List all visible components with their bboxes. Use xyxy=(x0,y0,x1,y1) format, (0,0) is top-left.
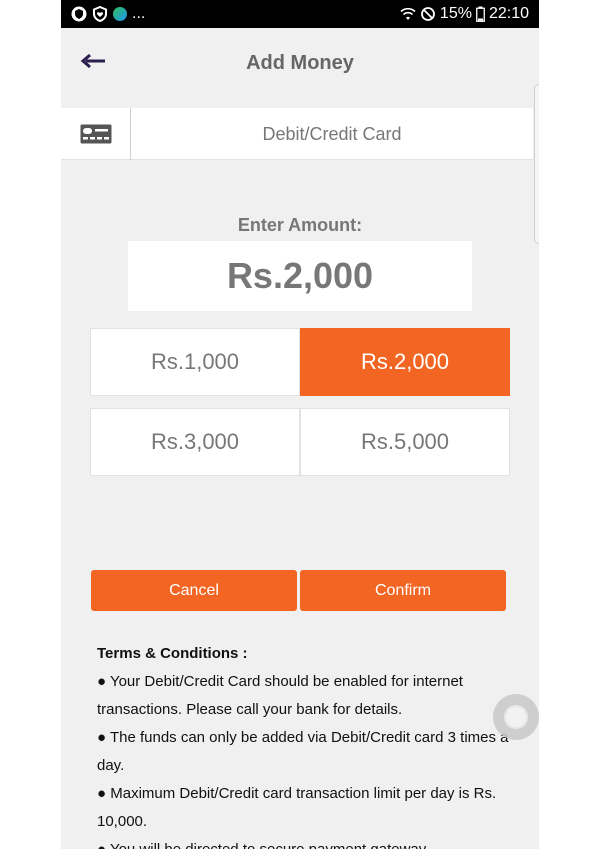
status-bar-left: ... xyxy=(71,4,145,24)
status-ellipsis: ... xyxy=(132,5,146,22)
payment-method-label: Debit/Credit Card xyxy=(262,124,402,144)
cancel-button[interactable]: Cancel xyxy=(91,570,297,611)
app-dot-icon xyxy=(113,7,127,21)
amount-option-2000[interactable]: Rs.2,000 xyxy=(300,328,510,396)
terms-title: Terms & Conditions : xyxy=(97,645,248,662)
floating-assistant-button[interactable] xyxy=(493,694,539,740)
terms-item: ● The funds can only be added via Debit/… xyxy=(97,729,509,774)
confirm-button[interactable]: Confirm xyxy=(300,570,506,611)
enter-amount-label: Enter Amount: xyxy=(237,215,363,235)
terms-item: ● Maximum Debit/Credit card transaction … xyxy=(97,785,497,830)
status-bar-right: 15% 22:10 xyxy=(400,4,529,24)
page-title: Add Money xyxy=(246,52,354,74)
floating-button-circle-icon xyxy=(504,705,528,729)
battery-percent: 15% xyxy=(439,5,472,22)
amount-option-1000[interactable]: Rs.1,000 xyxy=(90,328,300,396)
terms-section: Terms & Conditions : ● Your Debit/Credit… xyxy=(97,640,517,849)
amount-option-5000[interactable]: Rs.5,000 xyxy=(300,408,510,476)
amount-input[interactable]: Rs.2,000 xyxy=(128,241,472,311)
payment-method-icon-box xyxy=(61,108,131,160)
status-bar: ... 15% 22:10 xyxy=(61,0,539,28)
clock: 22:10 xyxy=(488,5,529,22)
amount-option-3000[interactable]: Rs.3,000 xyxy=(90,408,300,476)
app-screen: ... 15% 22:10 Add Money Debit/Credit Car… xyxy=(61,0,539,849)
do-not-disturb-icon xyxy=(421,7,435,21)
wifi-icon xyxy=(400,7,416,20)
shield-icon xyxy=(71,6,87,22)
shield-heart-icon xyxy=(93,6,107,22)
app-bar: Add Money xyxy=(61,28,539,108)
terms-item: ● Your Debit/Credit Card should be enabl… xyxy=(97,673,463,718)
terms-item: ● You will be directed to secure payment… xyxy=(97,836,517,849)
battery-icon xyxy=(476,6,485,22)
payment-method-row[interactable]: Debit/Credit Card xyxy=(61,108,533,160)
card-icon xyxy=(80,124,111,144)
